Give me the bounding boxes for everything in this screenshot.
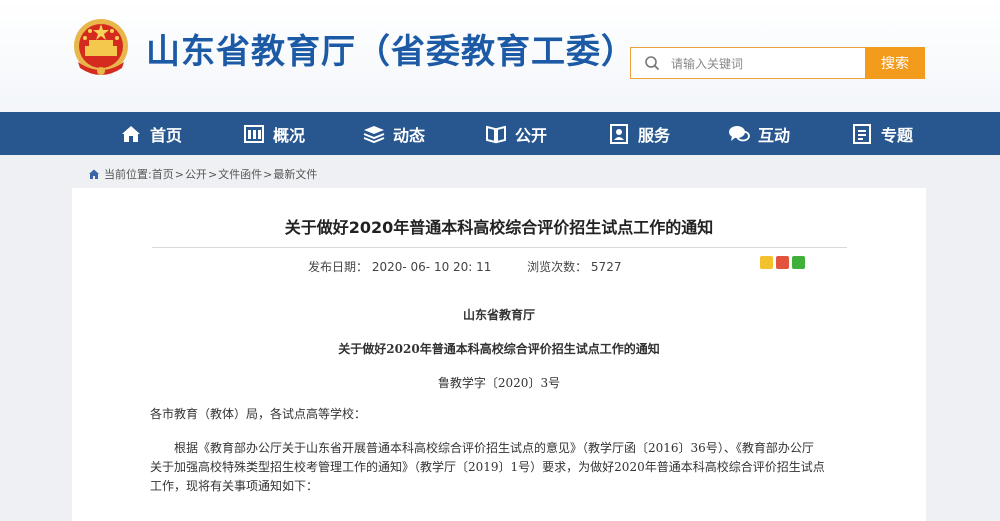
nav-item-interaction[interactable]: 互动	[728, 112, 790, 155]
overview-icon	[244, 124, 264, 143]
breadcrumb-item-public[interactable]: 公开	[185, 166, 207, 182]
issuer: 山东省教育厅	[462, 308, 535, 322]
breadcrumb-item-home[interactable]: 首页	[152, 166, 174, 182]
breadcrumb-item-documents[interactable]: 文件函件	[218, 166, 262, 182]
nav-label: 概况	[273, 125, 306, 145]
article-title: 关于做好2020年普通本科高校综合评价招生试点工作的通知	[284, 218, 714, 237]
publish-date: 2020- 06- 10 20: 11	[371, 260, 492, 274]
share-buttons	[760, 256, 805, 269]
nav-label: 专题	[881, 125, 914, 145]
chat-icon	[729, 125, 750, 141]
nav-item-home[interactable]: 首页	[120, 112, 182, 155]
article-meta: 发布日期： 2020- 06- 10 20: 11 浏览次数： 5727	[308, 258, 621, 275]
nav-label: 互动	[758, 125, 791, 145]
article-panel: 关于做好2020年普通本科高校综合评价招生试点工作的通知 发布日期： 2020-…	[72, 188, 926, 521]
paragraph-line: 工作，现将有关事项通知如下：	[150, 479, 319, 493]
book-icon	[486, 125, 506, 143]
nav-label: 服务	[638, 125, 671, 145]
layers-icon	[363, 125, 385, 143]
search-bar: 搜索	[630, 47, 925, 79]
search-icon	[645, 56, 660, 71]
national-emblem-icon	[74, 19, 128, 75]
qzone-share-icon[interactable]	[760, 256, 773, 269]
views-count: 5727	[590, 260, 622, 274]
nav-label: 公开	[515, 125, 548, 145]
publish-date-label: 发布日期：	[308, 260, 369, 274]
paragraph-line: 根据《教育部办公厅关于山东省开展普通本科高校综合评价招生试点的意见》（教学厅函〔…	[174, 441, 814, 455]
home-icon	[122, 125, 140, 142]
divider	[152, 247, 847, 248]
salutation: 各市教育（教体）局，各试点高等学校：	[150, 407, 367, 421]
nav-item-public[interactable]: 公开	[485, 112, 547, 155]
service-icon	[610, 123, 628, 144]
search-box	[630, 47, 865, 79]
document-number: 鲁教学字〔2020〕3号	[437, 376, 561, 390]
nav-item-service[interactable]: 服务	[608, 112, 670, 155]
nav-item-topics[interactable]: 专题	[851, 112, 913, 155]
weibo-share-icon[interactable]	[776, 256, 789, 269]
search-button[interactable]: 搜索	[865, 47, 925, 79]
nav-item-overview[interactable]: 概况	[243, 112, 305, 155]
views-label: 浏览次数：	[527, 260, 588, 274]
paragraph-line: 关于加强高校特殊类型招生校考管理工作的通知》（教学厅〔2019〕1号）要求，为做…	[150, 460, 825, 474]
wechat-share-icon[interactable]	[792, 256, 805, 269]
search-input[interactable]	[669, 53, 858, 75]
breadcrumb-prefix: 当前位置:	[104, 168, 152, 181]
site-header: 山东省教育厅（省委教育工委） 搜索	[0, 0, 1000, 112]
breadcrumb-item-latest[interactable]: 最新文件	[273, 166, 317, 182]
nav-label: 动态	[393, 125, 426, 145]
main-nav: 首页 概况 动态 公开 服务 互动 专题	[0, 112, 1000, 155]
breadcrumb: 当前位置: 首页 > 公开 > 文件函件 > 最新文件	[88, 166, 317, 182]
site-title: 山东省教育厅（省委教育工委）	[146, 32, 636, 72]
nav-label: 首页	[150, 125, 183, 145]
nav-item-news[interactable]: 动态	[363, 112, 425, 155]
home-icon	[89, 169, 99, 179]
document-title: 关于做好2020年普通本科高校综合评价招生试点工作的通知	[338, 342, 660, 356]
document-icon	[853, 123, 871, 144]
